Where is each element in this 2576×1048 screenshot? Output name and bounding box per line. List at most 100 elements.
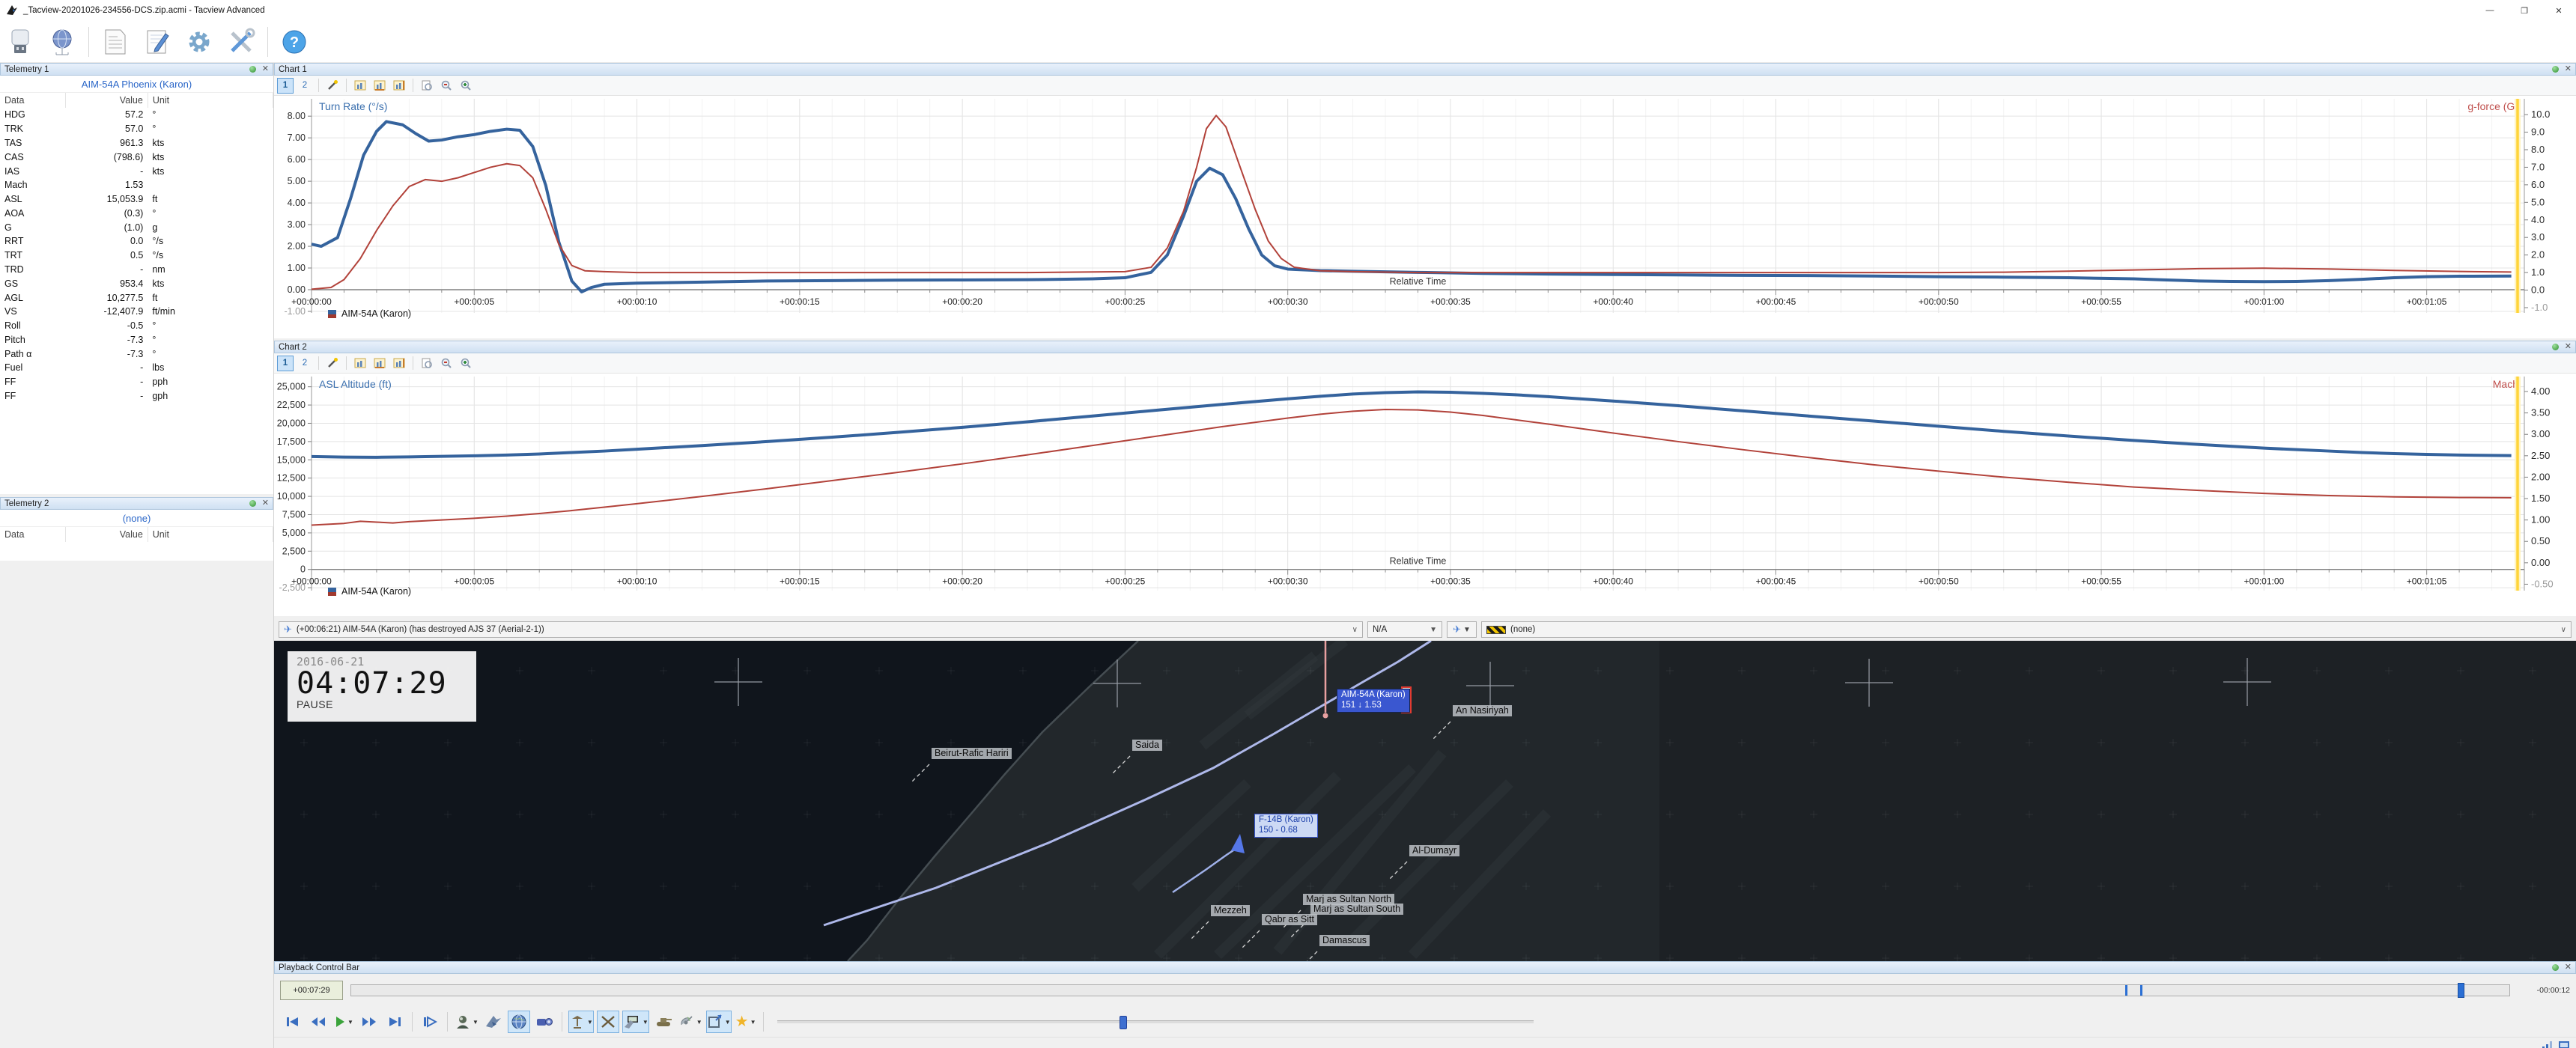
tools-icon[interactable]	[225, 26, 257, 58]
col-unit[interactable]: Unit	[148, 93, 274, 108]
aircraft-view-button[interactable]	[482, 1011, 505, 1033]
chart-layout-2-button[interactable]: 2	[297, 78, 313, 94]
favorites-button[interactable]: ★ ▼	[735, 1011, 757, 1033]
sensors-button[interactable]: ▼	[678, 1011, 703, 1033]
cockpit-view-button[interactable]: ▼	[454, 1011, 479, 1033]
map-view[interactable]: 2016-06-21 04:07:29 PAUSE Beirut-Rafic H…	[274, 641, 2576, 961]
chart2-header[interactable]: Chart 2 ✕	[274, 341, 2576, 353]
telemetry-row: VS -12,407.9 ft/min	[0, 305, 273, 319]
destroyed-target-icon[interactable]	[1322, 713, 1328, 719]
chart2-plot[interactable]: 25,000 22,500 20,000 17,500 15,000 12,500 10,0…	[274, 374, 2576, 616]
minimize-button[interactable]: —	[2473, 0, 2507, 21]
ground-units-button[interactable]	[652, 1011, 675, 1033]
col-unit[interactable]: Unit	[148, 527, 274, 542]
left-axis-title: Turn Rate (°/s)	[319, 100, 387, 112]
filter-text: (none)	[1510, 625, 1536, 634]
timeline-slider[interactable]	[350, 983, 2510, 998]
skip-end-button[interactable]	[383, 1011, 406, 1033]
display-status-icon[interactable]	[2558, 1040, 2570, 1048]
pin-icon[interactable]	[249, 66, 256, 73]
telemetry2-object[interactable]: (none)	[0, 510, 273, 527]
right-tick-label: 0.0	[2531, 284, 2545, 296]
wizard-icon[interactable]	[324, 356, 341, 371]
settings-icon[interactable]	[183, 26, 215, 58]
camera-search-button[interactable]	[533, 1011, 556, 1033]
city-label: Marj as Sultan South	[1310, 904, 1404, 915]
chart-layout-1-button[interactable]: 1	[277, 355, 294, 371]
zoom-out-icon[interactable]	[438, 356, 455, 371]
unit-label[interactable]: F-14B (Karon) 150 - 0.68	[1254, 814, 1318, 838]
unit-label[interactable]: AIM-54A (Karon) 151 ↓ 1.53	[1337, 689, 1410, 713]
unit-cell: gph	[152, 391, 168, 402]
mode-selector[interactable]: N/A ▼	[1367, 621, 1442, 638]
pin-icon[interactable]	[2551, 344, 2559, 350]
skip-start-button[interactable]	[282, 1011, 304, 1033]
zoom-in-icon[interactable]	[458, 78, 474, 94]
bookmark-tick[interactable]	[2140, 985, 2143, 996]
playback-header[interactable]: Playback Control Bar ✕	[274, 961, 2576, 974]
zoom-reset-icon[interactable]	[419, 356, 435, 371]
rewind-button[interactable]	[307, 1011, 329, 1033]
axis-scale-right-icon[interactable]	[391, 356, 407, 371]
col-value[interactable]: Value	[65, 93, 148, 108]
play-button[interactable]: ▼	[332, 1011, 355, 1033]
col-data[interactable]: Data	[0, 527, 67, 542]
fast-forward-button[interactable]	[358, 1011, 380, 1033]
speed-slider-handle[interactable]	[1120, 1016, 1128, 1029]
close-icon[interactable]: ✕	[2565, 343, 2572, 351]
notes-icon[interactable]	[142, 26, 173, 58]
axis-scale-left-icon[interactable]	[352, 78, 368, 94]
maximize-button[interactable]: ❐	[2507, 0, 2542, 21]
close-icon[interactable]: ✕	[262, 499, 269, 508]
speed-slider[interactable]	[777, 1016, 1534, 1029]
value-cell: -	[140, 377, 144, 388]
col-data[interactable]: Data	[0, 93, 67, 108]
network-icon[interactable]	[46, 26, 78, 58]
chart1-plot[interactable]: 8.00 7.00 6.00 5.00 4.00 3.00 2.00 1.00 0.00 -1.0…	[274, 96, 2576, 338]
show-destroyed-button[interactable]	[596, 1011, 619, 1033]
zoom-out-icon[interactable]	[438, 78, 455, 94]
globe-view-button[interactable]	[507, 1011, 530, 1033]
zoom-in-icon[interactable]	[458, 356, 474, 371]
show-telemetry-labels-button[interactable]: ▼	[622, 1011, 649, 1033]
axis-scale-both-icon[interactable]	[371, 78, 388, 94]
window-title: _Tacview-20201026-234556-DCS.zip.acmi - …	[23, 6, 265, 15]
col-value[interactable]: Value	[65, 527, 148, 542]
wizard-icon[interactable]	[324, 78, 341, 94]
open-file-icon[interactable]	[4, 26, 36, 58]
close-button[interactable]: ✕	[2542, 0, 2576, 21]
axis-scale-right-icon[interactable]	[391, 78, 407, 94]
pin-icon[interactable]	[2551, 964, 2559, 971]
telemetry2-header[interactable]: Telemetry 2 ✕	[0, 497, 273, 510]
chart-layout-1-button[interactable]: 1	[277, 77, 294, 94]
current-time-chip[interactable]: +00:07:29	[280, 981, 343, 1000]
playback-row: +00:07:29 -00:00:12	[274, 974, 2576, 1007]
pin-icon[interactable]	[2551, 66, 2559, 73]
close-icon[interactable]: ✕	[2565, 65, 2572, 73]
chevron-down-icon: ▼	[724, 1018, 731, 1026]
zoom-reset-icon[interactable]	[419, 78, 435, 94]
show-aircraft-labels-button[interactable]: ▼	[568, 1011, 594, 1033]
value-cell: 961.3	[120, 137, 144, 148]
chart1-header[interactable]: Chart 1 ✕	[274, 63, 2576, 76]
star-icon: ★	[735, 1014, 749, 1030]
chart-layout-2-button[interactable]: 2	[297, 356, 313, 371]
pin-icon[interactable]	[249, 500, 256, 507]
close-icon[interactable]: ✕	[2565, 963, 2572, 972]
network-status-icon[interactable]	[2542, 1040, 2554, 1048]
help-icon[interactable]: ?	[279, 26, 310, 58]
telemetry1-object[interactable]: AIM-54A Phoenix (Karon)	[0, 76, 273, 93]
telemetry1-header[interactable]: Telemetry 1 ✕	[0, 63, 273, 76]
step-forward-button[interactable]	[419, 1011, 441, 1033]
x-tick-label: +00:00:35	[1430, 296, 1471, 307]
axis-scale-both-icon[interactable]	[371, 356, 388, 371]
flight-log-icon[interactable]	[100, 26, 131, 58]
bookmark-tick[interactable]	[2125, 985, 2127, 996]
window-layout-button[interactable]: ▼	[705, 1011, 732, 1033]
object-filter-button[interactable]: ✈ ▼	[1447, 621, 1477, 638]
timeline-handle[interactable]	[2457, 983, 2464, 998]
zone-filter-selector[interactable]: (none) ∨	[1481, 621, 2572, 638]
axis-scale-left-icon[interactable]	[352, 356, 368, 371]
close-icon[interactable]: ✕	[262, 65, 269, 73]
event-selector[interactable]: ✈ (+00:06:21) AIM-54A (Karon) (has destr…	[279, 621, 1363, 638]
